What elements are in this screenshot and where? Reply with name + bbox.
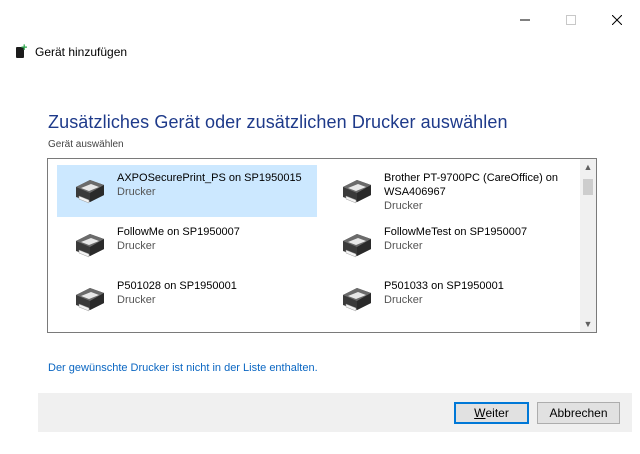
minimize-button[interactable]	[502, 0, 548, 40]
maximize-icon	[566, 15, 576, 25]
maximize-button[interactable]	[548, 0, 594, 40]
device-item[interactable]: P501033 on SP1950001 Drucker	[324, 273, 584, 325]
next-button[interactable]: Weiter	[454, 402, 529, 424]
scroll-thumb[interactable]	[583, 179, 593, 195]
device-item[interactable]: AXPOSecurePrint_PS on SP1950015 Drucker	[57, 165, 317, 217]
device-item-text: FollowMe on SP1950007 Drucker	[117, 225, 240, 253]
device-item-text: Brother PT-9700PC (CareOffice) on WSA406…	[384, 171, 576, 213]
printer-icon	[338, 229, 376, 259]
printer-icon	[71, 229, 109, 259]
window-controls	[502, 0, 640, 40]
device-type: Drucker	[117, 240, 156, 252]
device-item[interactable]: FollowMe on SP1950007 Drucker	[57, 219, 317, 271]
add-device-icon: +	[16, 43, 29, 59]
device-item-text: AXPOSecurePrint_PS on SP1950015 Drucker	[117, 171, 302, 199]
device-name: Brother PT-9700PC (CareOffice) on WSA406…	[384, 172, 559, 198]
vertical-scrollbar[interactable]: ▲ ▼	[580, 159, 596, 332]
device-name: FollowMeTest on SP1950007	[384, 226, 528, 238]
device-item[interactable]: FollowMeTest on SP1950007 Drucker	[324, 219, 584, 271]
device-type: Drucker	[384, 240, 423, 252]
scroll-down-arrow[interactable]: ▼	[580, 316, 596, 332]
device-item-text: P501028 on SP1950001 Drucker	[117, 279, 237, 307]
device-item-text: FollowMeTest on SP1950007 Drucker	[384, 225, 527, 253]
device-type: Drucker	[117, 186, 156, 198]
dialog-footer: Weiter Abbrechen	[38, 393, 632, 432]
device-list[interactable]: AXPOSecurePrint_PS on SP1950015 Drucker Br…	[47, 158, 597, 333]
next-accelerator: W	[474, 406, 486, 420]
printer-icon	[338, 283, 376, 313]
printer-not-listed-link[interactable]: Der gewünschte Drucker ist nicht in der …	[48, 362, 318, 374]
minimize-icon	[520, 19, 530, 21]
next-label: eiter	[485, 406, 509, 420]
device-name: FollowMe on SP1950007	[117, 226, 240, 238]
device-type: Drucker	[384, 200, 423, 212]
device-name: P501028 on SP1950001	[117, 280, 237, 292]
cancel-button[interactable]: Abbrechen	[537, 402, 620, 424]
page-title: Zusätzliches Gerät oder zusätzlichen Dru…	[48, 112, 508, 132]
device-item[interactable]: Brother PT-9700PC (CareOffice) on WSA406…	[324, 165, 584, 217]
scroll-up-arrow[interactable]: ▲	[580, 159, 596, 175]
close-button[interactable]	[594, 0, 640, 40]
page-subtitle: Gerät auswählen	[48, 139, 124, 150]
window-title-bar: + Gerät hinzufügen	[16, 43, 128, 59]
device-name: P501033 on SP1950001	[384, 280, 504, 292]
printer-icon	[338, 175, 376, 205]
printer-icon	[71, 283, 109, 313]
device-item-text: P501033 on SP1950001 Drucker	[384, 279, 504, 307]
device-grid: AXPOSecurePrint_PS on SP1950015 Drucker Br…	[48, 159, 580, 332]
device-name: AXPOSecurePrint_PS on SP1950015	[117, 172, 302, 184]
window-title: Gerät hinzufügen	[35, 44, 128, 59]
close-icon	[612, 15, 622, 25]
device-type: Drucker	[384, 294, 423, 306]
device-type: Drucker	[117, 294, 156, 306]
device-item[interactable]: P501028 on SP1950001 Drucker	[57, 273, 317, 325]
printer-icon	[71, 175, 109, 205]
